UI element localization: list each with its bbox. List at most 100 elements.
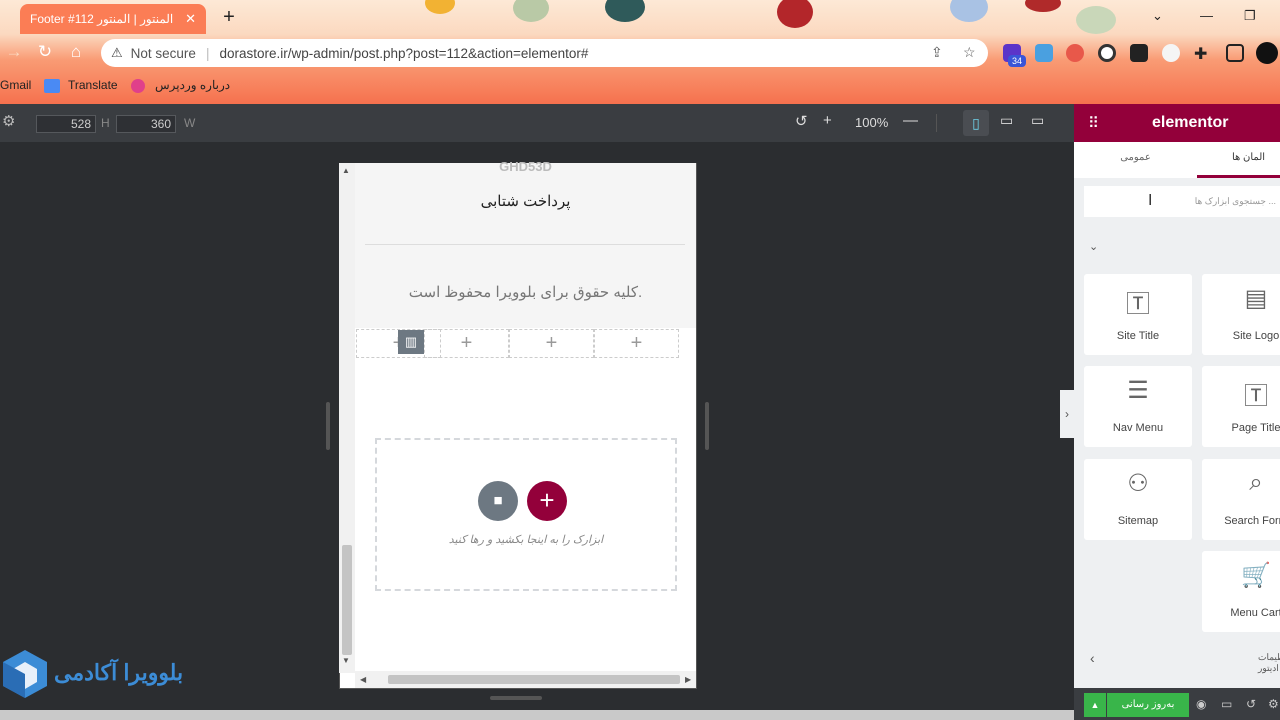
extension-icon[interactable] <box>1130 44 1148 62</box>
chevron-down-icon[interactable]: ⌄ <box>1089 240 1098 253</box>
tablet-device-icon[interactable]: ▭ <box>1000 112 1013 129</box>
zoom-out-icon[interactable]: — <box>903 112 918 129</box>
tab-title: Footer #112 المنتور | المنتور <box>30 12 174 26</box>
nav-menu-icon: ☰ <box>1127 377 1149 404</box>
resize-handle-bottom[interactable] <box>490 696 542 700</box>
page-scrollbar[interactable] <box>0 710 1074 720</box>
zoom-level: 100% <box>855 115 889 130</box>
extension-badge: 34 <box>1008 55 1026 67</box>
reload-icon[interactable]: ↻ <box>34 42 56 62</box>
url-text[interactable]: dorastore.ir/wp-admin/post.php?post=112&… <box>219 46 588 61</box>
decor <box>513 0 549 22</box>
chevron-down-icon[interactable]: ⌄ <box>1152 8 1163 24</box>
eye-icon[interactable]: ◉ <box>1196 697 1206 711</box>
empty-column[interactable]: + <box>509 329 594 358</box>
update-button[interactable]: به‌روز رسانی <box>1107 693 1189 717</box>
extension-icon[interactable] <box>1098 44 1116 62</box>
widget-nav-menu[interactable]: ☰ Nav Menu <box>1084 366 1192 447</box>
decor <box>1076 6 1116 34</box>
history-icon[interactable]: ↺ <box>1246 697 1256 711</box>
tab-general[interactable]: عمومی <box>1084 142 1187 178</box>
footer-section[interactable] <box>355 163 696 328</box>
desktop-device-icon[interactable]: ▭ <box>1031 112 1044 129</box>
security-status[interactable]: Not secure <box>131 46 196 61</box>
widget-search-input[interactable]: جستجوی ابزارک ها ... <box>1084 186 1280 217</box>
forward-icon[interactable]: → <box>3 42 25 62</box>
fast-payment-heading[interactable]: پرداخت شتابی <box>355 192 696 210</box>
column-handle-icon[interactable]: ▥ <box>398 330 424 354</box>
cart-icon: 🛒 <box>1241 562 1271 589</box>
decor <box>950 0 988 22</box>
preview-toolbar: ⚙ 528 H 360 W ↺ + 100% — ▯ ▭ ▭ <box>0 104 1074 142</box>
navigator-icon[interactable]: ⚙ <box>1268 697 1279 711</box>
width-input[interactable]: 528 <box>36 115 96 133</box>
puzzle-icon[interactable]: ✚ <box>1194 44 1212 63</box>
elementor-logo: elementor <box>1152 114 1229 131</box>
panel-header: ⠿ elementor <box>1074 104 1280 142</box>
widget-site-logo[interactable]: ▤ Site Logo <box>1202 274 1280 355</box>
scroll-up-icon[interactable]: ▲ <box>342 166 350 175</box>
widget-label: Nav Menu <box>1112 422 1164 434</box>
close-icon[interactable]: ✕ <box>185 11 196 27</box>
new-tab-button[interactable]: + <box>218 6 240 28</box>
bookmark-about-wordpress[interactable]: درباره وردپرس <box>155 78 230 92</box>
widget-page-title[interactable]: 🅃 Page Title <box>1202 366 1280 447</box>
widget-label: Search Form <box>1224 515 1280 527</box>
sidepanel-icon[interactable] <box>1226 44 1244 62</box>
widget-label: Page Title <box>1231 422 1280 434</box>
widget-sitemap[interactable]: ⚇ Sitemap <box>1084 459 1192 540</box>
download-icon[interactable] <box>1035 44 1053 62</box>
watermark-text: بلوویرا آکادمی <box>54 660 184 685</box>
height-input[interactable]: 360 <box>116 115 176 133</box>
decor <box>425 0 455 14</box>
empty-column[interactable]: + <box>594 329 679 358</box>
scroll-left-icon[interactable]: ◀ <box>360 675 366 684</box>
home-icon[interactable]: ⌂ <box>65 42 87 62</box>
chevron-left-icon[interactable]: ‹ <box>1090 650 1095 666</box>
drop-zone[interactable] <box>375 438 677 591</box>
extension-icon[interactable] <box>1162 44 1180 62</box>
panel-collapse-handle[interactable]: › <box>1060 390 1074 438</box>
avatar[interactable] <box>1256 42 1278 64</box>
scrollbar-thumb[interactable] <box>388 675 680 684</box>
text-cursor-icon: I <box>1148 192 1153 209</box>
decor <box>1025 0 1061 12</box>
widget-site-title[interactable]: 🅃 Site Title <box>1084 274 1192 355</box>
template-library-button[interactable]: ■ <box>478 481 518 521</box>
copyright-text[interactable]: کلیه حقوق برای بلوویرا محفوظ است. <box>355 283 696 301</box>
responsive-icon[interactable]: ▭ <box>1221 697 1232 711</box>
bookmark-star-icon[interactable]: ☆ <box>963 44 976 61</box>
site-logo-icon: ▤ <box>1244 285 1268 312</box>
restore-icon[interactable]: ❐ <box>1244 8 1256 24</box>
bookmarks-bar: Gmail Translate درباره وردپرس <box>0 74 800 96</box>
scrollbar-thumb[interactable] <box>342 545 352 655</box>
bookmark-gmail[interactable]: Gmail <box>0 78 31 92</box>
share-icon[interactable]: ⇪ <box>931 44 943 61</box>
resize-handle-right[interactable] <box>705 402 709 450</box>
translate-icon <box>44 79 60 93</box>
grid-menu-icon[interactable]: ⠿ <box>1088 114 1099 132</box>
sitemap-icon: ⚇ <box>1127 470 1149 497</box>
gear-icon[interactable]: ⚙ <box>2 112 15 130</box>
widget-search-form[interactable]: ⌕ Search Form <box>1202 459 1280 540</box>
bookmark-translate[interactable]: Translate <box>68 78 118 92</box>
warning-icon: ⚠ <box>111 45 123 60</box>
scroll-right-icon[interactable]: ▶ <box>685 675 691 684</box>
mobile-device-icon[interactable]: ▯ <box>963 110 989 136</box>
color-extension-icon[interactable] <box>1066 44 1084 62</box>
resize-handle-left[interactable] <box>326 402 330 450</box>
publish-options-button[interactable]: ▲ <box>1084 693 1106 717</box>
tab-elements[interactable]: المان ها <box>1197 142 1280 178</box>
widget-label: Menu Cart <box>1230 607 1280 619</box>
address-bar[interactable]: ⚠ Not secure | dorastore.ir/wp-admin/pos… <box>101 39 988 67</box>
empty-column[interactable]: + <box>424 329 509 358</box>
widget-menu-cart[interactable]: 🛒 Menu Cart <box>1202 551 1280 632</box>
zoom-in-icon[interactable]: + <box>823 112 832 129</box>
minimize-icon[interactable]: — <box>1200 8 1213 23</box>
wordpress-icon <box>131 79 145 93</box>
add-section-button[interactable]: + <box>527 481 567 521</box>
width-label: W <box>184 116 196 130</box>
scroll-down-icon[interactable]: ▼ <box>342 656 350 665</box>
reset-icon[interactable]: ↺ <box>795 112 808 130</box>
browser-tab[interactable]: Footer #112 المنتور | المنتور ✕ <box>20 4 206 34</box>
